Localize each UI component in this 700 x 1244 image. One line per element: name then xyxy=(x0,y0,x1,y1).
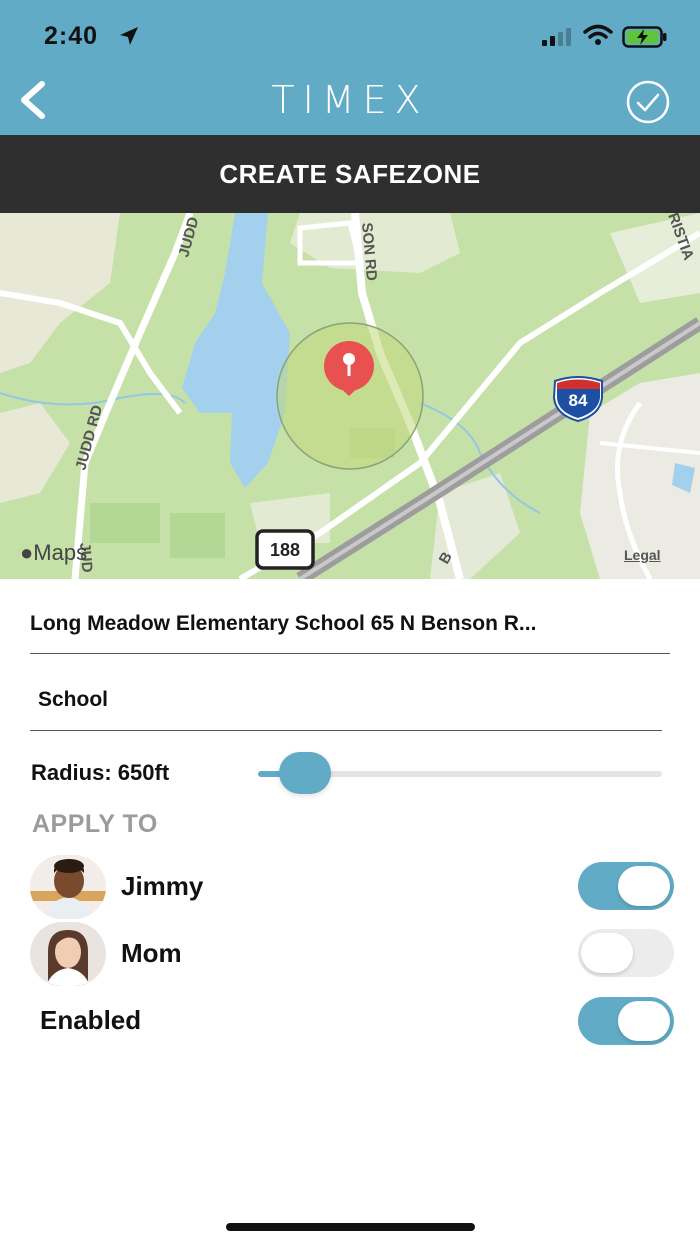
legal-link[interactable]: Legal xyxy=(624,547,661,563)
avatar-mom xyxy=(30,922,106,986)
toggle-jimmy[interactable] xyxy=(578,862,674,910)
map-canvas[interactable]: JUDD SON RD JUDD RD RISTIA JUD B 84 188 xyxy=(0,213,700,579)
avatar-jimmy xyxy=(30,855,106,919)
apply-to-label: APPLY TO xyxy=(32,810,158,838)
cellular-signal-icon xyxy=(542,28,571,46)
page-title: CREATE SAFEZONE xyxy=(219,159,481,189)
route-188-shield: 188 xyxy=(255,529,315,570)
safezone-name-value: School xyxy=(38,688,109,711)
enabled-label: Enabled xyxy=(40,1005,142,1035)
road-label-judd-rd: JUDD RD xyxy=(72,403,106,472)
slider-thumb[interactable] xyxy=(279,752,331,794)
toggle-mom[interactable] xyxy=(578,929,674,977)
person-row-jimmy: Jimmy xyxy=(0,855,700,919)
enabled-toggle[interactable] xyxy=(578,997,674,1045)
status-time: 2:40 xyxy=(44,22,99,50)
route-number: 188 xyxy=(270,540,300,560)
brand-logo: TIMEX xyxy=(271,78,429,122)
back-button[interactable] xyxy=(14,78,54,122)
home-indicator xyxy=(226,1223,475,1231)
interstate-number: 84 xyxy=(569,391,588,410)
toggle-knob xyxy=(618,1001,670,1041)
avatar xyxy=(30,855,106,919)
wifi-icon xyxy=(583,24,613,45)
app-header: 2:40 TIMEX xyxy=(0,0,700,135)
address-field[interactable]: Long Meadow Elementary School 65 N Benso… xyxy=(30,612,670,654)
status-bar: 2:40 xyxy=(0,0,700,70)
person-row-mom: Mom xyxy=(0,922,700,986)
person-name: Jimmy xyxy=(121,871,204,901)
road-label-judd: JUDD xyxy=(175,215,202,259)
person-name: Mom xyxy=(121,938,182,968)
confirm-check-button[interactable] xyxy=(624,78,672,126)
toggle-knob xyxy=(581,933,633,973)
radius-label: Radius: 650ft xyxy=(31,760,170,785)
apple-icon: ● xyxy=(20,540,34,565)
address-value: Long Meadow Elementary School 65 N Benso… xyxy=(30,612,537,635)
map-view[interactable]: JUDD SON RD JUDD RD RISTIA JUD B 84 188 … xyxy=(0,213,700,579)
apple-maps-logo: ●Maps xyxy=(20,540,88,565)
battery-charging-icon xyxy=(622,26,667,48)
avatar xyxy=(30,922,106,986)
location-arrow-icon xyxy=(120,27,138,45)
radius-slider[interactable] xyxy=(258,752,662,796)
toggle-knob xyxy=(618,866,670,906)
page-title-bar: CREATE SAFEZONE xyxy=(0,135,700,213)
safezone-name-field[interactable]: School xyxy=(30,688,662,731)
